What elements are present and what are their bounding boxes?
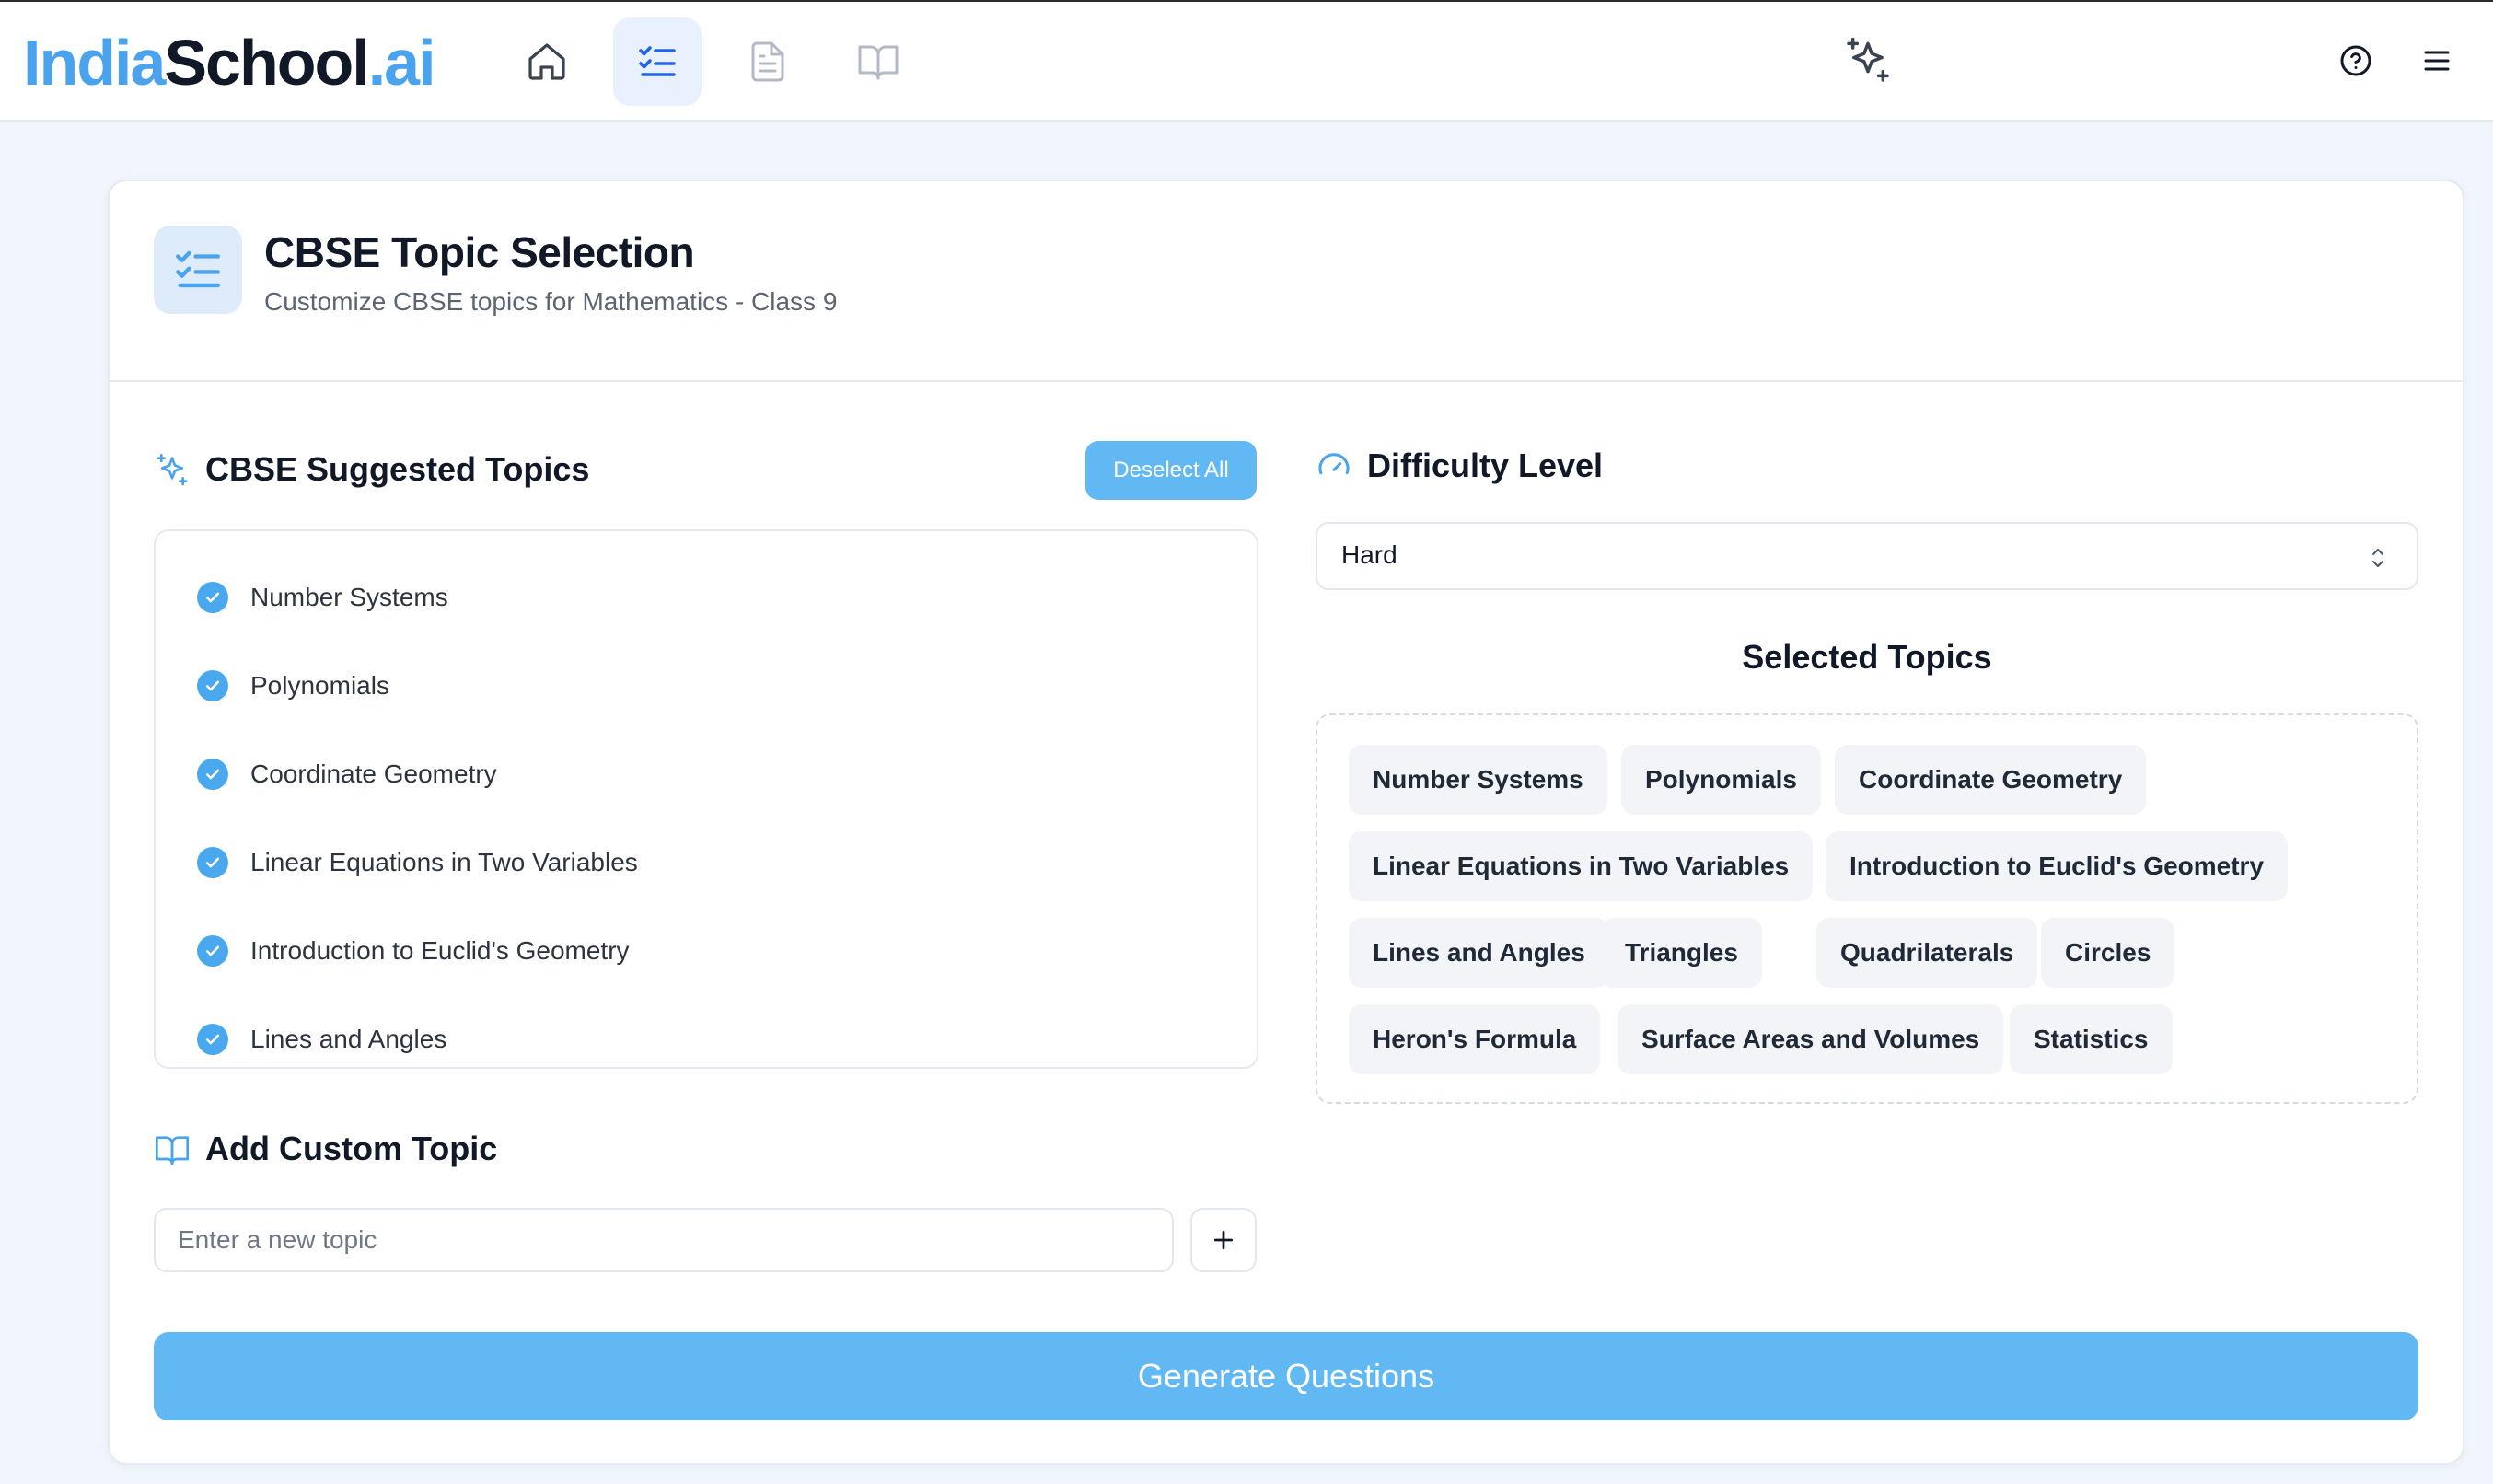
topic-item[interactable]: Number Systems [197, 572, 448, 623]
deselect-all-button[interactable]: Deselect All [1085, 441, 1257, 500]
add-topic-button[interactable] [1190, 1208, 1257, 1272]
gauge-icon [1318, 453, 1350, 475]
nav-document-button[interactable] [724, 17, 812, 106]
checked-checkbox[interactable] [197, 759, 228, 790]
nav-topics-button[interactable] [613, 17, 702, 106]
selected-topics-container: Number Systems Polynomials Coordinate Ge… [1316, 713, 2418, 1104]
app-logo[interactable]: IndiaSchool.ai [23, 26, 436, 99]
book-icon [156, 1136, 190, 1165]
selected-topic-chip[interactable]: Statistics [2010, 1004, 2173, 1074]
page-title: CBSE Topic Selection [264, 228, 695, 276]
selected-topic-chip[interactable]: Quadrilaterals [1816, 918, 2038, 988]
nav-home-button[interactable] [503, 17, 591, 106]
chevron-up-down-icon [2372, 549, 2383, 567]
header-icon-tile [154, 226, 242, 314]
topic-item[interactable]: Lines and Angles [197, 1014, 446, 1065]
selected-topic-chip[interactable]: Lines and Angles [1349, 918, 1609, 988]
selected-topic-chip[interactable]: Linear Equations in Two Variables [1349, 831, 1814, 901]
check-icon [205, 769, 220, 780]
menu-icon[interactable] [2420, 44, 2453, 77]
sparkles-icon [157, 454, 188, 486]
topic-label: Number Systems [250, 583, 448, 611]
check-icon [205, 680, 220, 691]
nav-book-button[interactable] [834, 17, 922, 106]
topic-label: Introduction to Euclid's Geometry [250, 936, 630, 965]
page-subtitle: Customize CBSE topics for Mathematics - … [264, 287, 838, 316]
document-icon [751, 41, 784, 82]
selected-topic-chip[interactable]: Heron's Formula [1349, 1004, 1601, 1074]
custom-topic-input[interactable] [154, 1208, 1174, 1272]
suggested-topic-list: Number Systems Polynomials Coordinate Ge… [154, 529, 1258, 1069]
selected-topics-title: Selected Topics [1742, 638, 1992, 676]
add-custom-topic-title: Add Custom Topic [205, 1130, 498, 1167]
topic-item[interactable]: Coordinate Geometry [197, 748, 497, 800]
selected-topic-chip[interactable]: Circles [2041, 918, 2175, 988]
selected-topic-chip[interactable]: Number Systems [1349, 745, 1607, 815]
selected-topic-chip[interactable]: Polynomials [1621, 745, 1821, 815]
topic-item[interactable]: Linear Equations in Two Variables [197, 837, 638, 888]
checked-checkbox[interactable] [197, 847, 228, 878]
checklist-icon [639, 46, 676, 76]
check-icon [205, 945, 220, 956]
logo-part-school: School [164, 27, 369, 99]
logo-part-india: India [23, 27, 166, 99]
checked-checkbox[interactable] [197, 670, 228, 701]
generate-questions-button[interactable]: Generate Questions [154, 1332, 2418, 1420]
topic-label: Polynomials [250, 671, 389, 700]
checklist-icon [176, 250, 220, 288]
home-icon [528, 43, 565, 80]
check-icon [205, 592, 220, 603]
topic-item[interactable]: Introduction to Euclid's Geometry [197, 925, 630, 977]
card-header: CBSE Topic Selection Customize CBSE topi… [110, 181, 2463, 382]
selected-topic-chip[interactable]: Introduction to Euclid's Geometry [1826, 831, 2289, 901]
difficulty-selected-value: Hard [1341, 540, 1397, 569]
selected-topic-chip[interactable]: Coordinate Geometry [1835, 745, 2147, 815]
sparkles-icon[interactable] [1842, 35, 1894, 87]
selected-topic-chip[interactable]: Triangles [1601, 918, 1762, 988]
topic-label: Linear Equations in Two Variables [250, 848, 638, 876]
plus-icon [1213, 1230, 1234, 1250]
top-navbar: IndiaSchool.ai [0, 2, 2493, 122]
topic-label: Coordinate Geometry [250, 759, 497, 788]
book-icon [858, 45, 899, 80]
checked-checkbox[interactable] [197, 1024, 228, 1055]
help-icon[interactable] [2339, 44, 2372, 77]
topic-selection-card: CBSE Topic Selection Customize CBSE topi… [108, 180, 2464, 1465]
difficulty-select[interactable]: Hard [1316, 522, 2418, 590]
suggested-topics-title: CBSE Suggested Topics [205, 450, 590, 488]
topic-item[interactable]: Polynomials [197, 660, 389, 712]
check-icon [205, 1034, 220, 1045]
checked-checkbox[interactable] [197, 935, 228, 967]
checked-checkbox[interactable] [197, 582, 228, 613]
logo-part-ai: .ai [367, 27, 436, 99]
topic-label: Lines and Angles [250, 1025, 447, 1053]
check-icon [205, 857, 220, 868]
difficulty-level-title: Difficulty Level [1367, 446, 1604, 484]
selected-topic-chip[interactable]: Surface Areas and Volumes [1618, 1004, 2004, 1074]
